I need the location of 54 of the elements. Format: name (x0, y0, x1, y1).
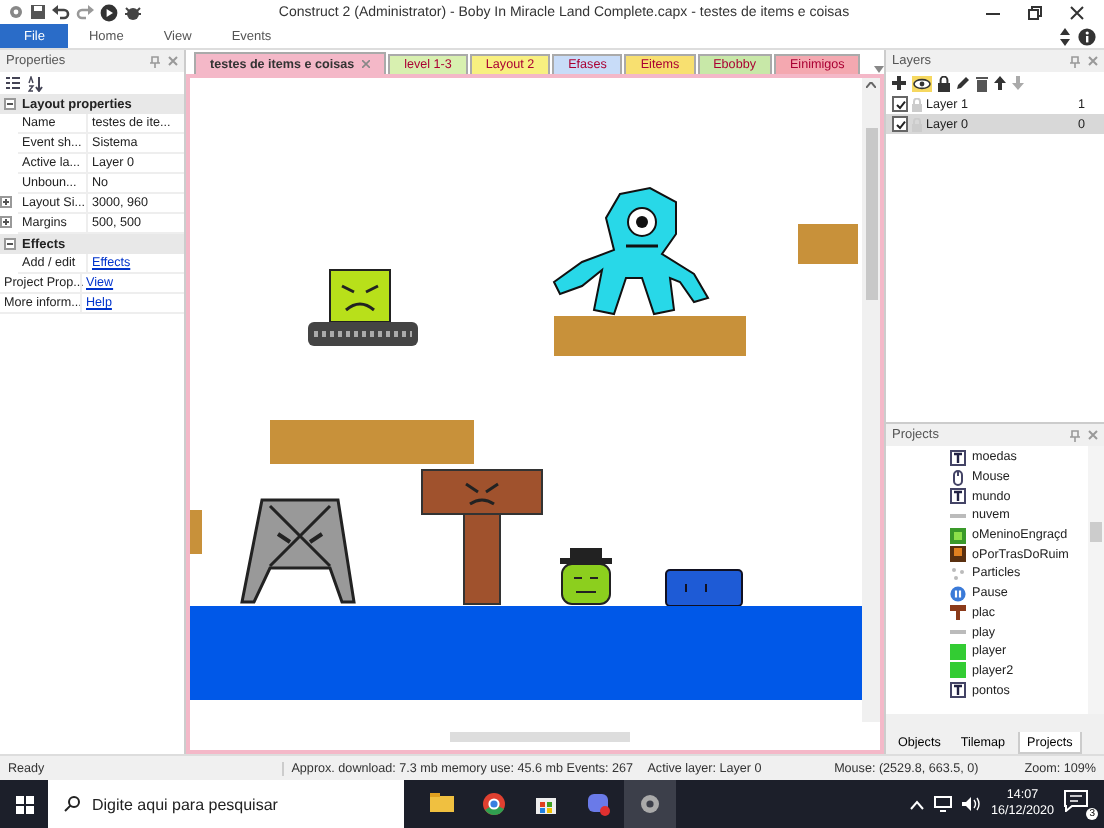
folder-icon[interactable] (430, 792, 454, 816)
collapse-icon[interactable] (4, 238, 16, 250)
text-object-icon[interactable] (950, 488, 966, 505)
info-icon[interactable] (1078, 27, 1096, 45)
sort-az-icon[interactable] (28, 75, 44, 91)
close-icon[interactable] (1070, 5, 1084, 19)
angry-box-sprite (240, 498, 356, 604)
categorized-icon[interactable] (6, 76, 20, 90)
pencil-icon[interactable] (956, 76, 970, 90)
pause-icon[interactable] (950, 585, 966, 602)
eye-icon[interactable] (912, 75, 932, 91)
undo-icon[interactable] (52, 4, 70, 20)
scrollbar-thumb[interactable] (1090, 522, 1102, 542)
checkbox[interactable] (892, 116, 908, 132)
mouse-icon[interactable] (950, 469, 966, 486)
portrait-sprite-icon[interactable] (950, 546, 966, 563)
text-object-icon[interactable] (950, 682, 966, 699)
play-icon[interactable] (100, 3, 118, 21)
redo-icon[interactable] (76, 4, 94, 20)
expand-icon[interactable] (0, 196, 12, 208)
bug-icon[interactable] (124, 3, 142, 21)
t-sign-sprite (421, 469, 543, 605)
search-field[interactable]: Digite aqui para pesquisar (48, 780, 404, 828)
text-object-icon[interactable] (950, 449, 966, 466)
scrollbar-thumb[interactable] (450, 731, 630, 741)
wooden-block (798, 224, 858, 264)
search-placeholder: Digite aqui para pesquisar (92, 795, 278, 813)
wooden-block (190, 510, 202, 554)
lock-icon[interactable] (938, 75, 950, 91)
up-down-arrows-icon[interactable] (1060, 27, 1070, 45)
character-sprite-icon[interactable] (950, 527, 966, 544)
sign-sprite-icon[interactable] (950, 604, 966, 621)
expand-icon[interactable] (0, 216, 12, 228)
windows-logo-icon[interactable] (15, 795, 33, 813)
up-arrow-icon[interactable] (994, 76, 1006, 90)
tank-sprite (308, 269, 418, 346)
chevron-up-icon[interactable] (910, 799, 925, 809)
checkbox[interactable] (892, 96, 908, 112)
notification-icon[interactable] (1064, 790, 1088, 812)
collapse-icon[interactable] (4, 98, 16, 110)
scroll-up-icon[interactable] (866, 82, 876, 88)
network-icon[interactable] (934, 796, 953, 812)
scrollbar-thumb[interactable] (865, 128, 877, 300)
slime-block-sprite (665, 569, 743, 607)
browser-icon[interactable] (482, 792, 506, 816)
plus-icon[interactable] (892, 76, 906, 90)
speaker-icon[interactable] (962, 796, 981, 812)
store-icon[interactable] (534, 792, 558, 816)
restore-icon[interactable] (1028, 5, 1042, 19)
trash-icon[interactable] (976, 75, 988, 91)
horizontal-scrollbar[interactable] (886, 714, 1104, 732)
search-icon (64, 796, 80, 812)
hat-character-sprite (560, 548, 612, 605)
save-icon[interactable] (30, 4, 46, 20)
